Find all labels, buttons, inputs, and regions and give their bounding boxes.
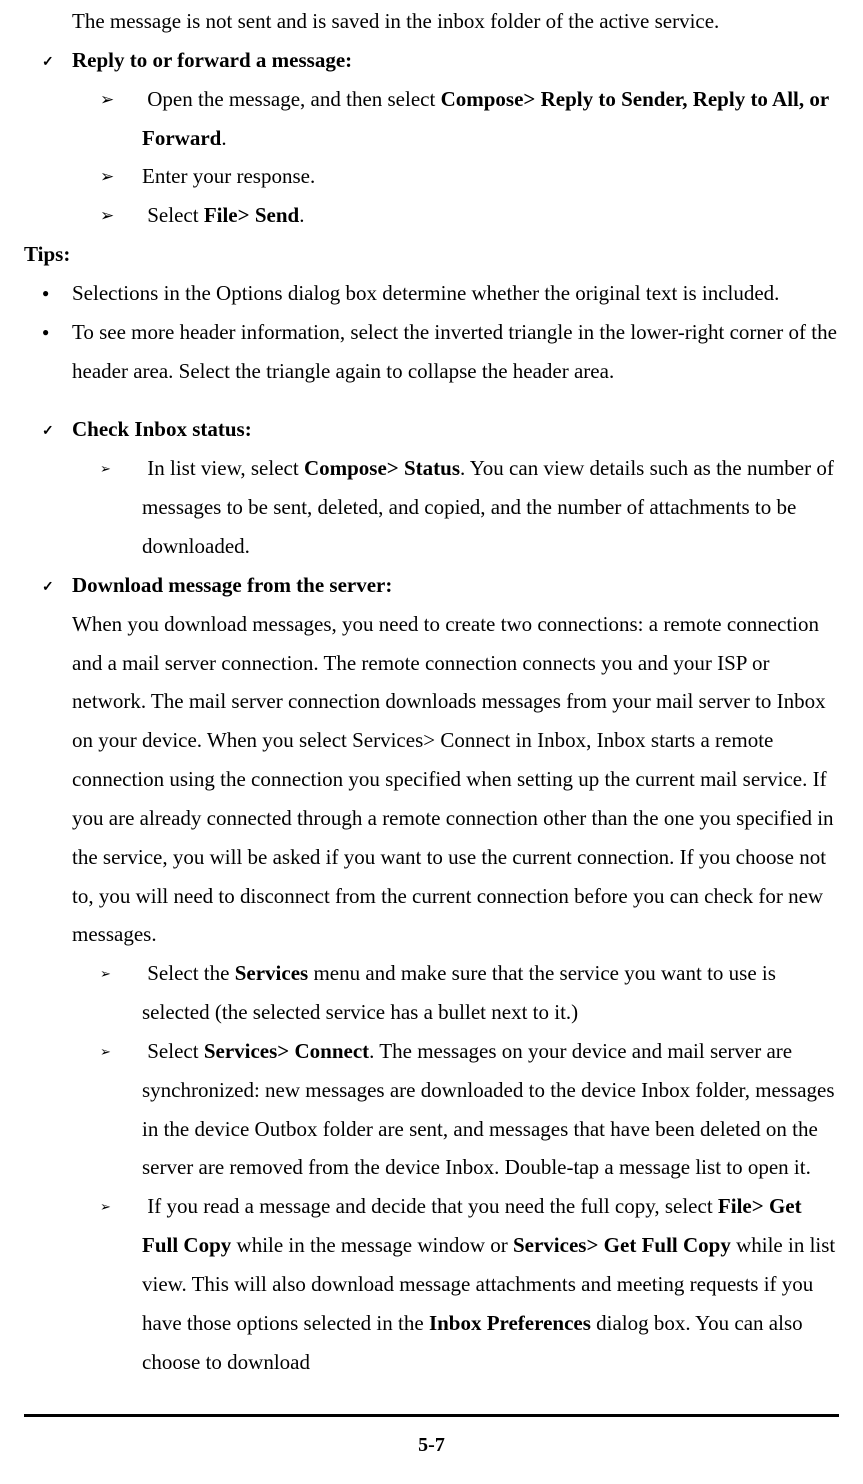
tip-2: To see more header information, select t… <box>24 313 839 391</box>
bold-text: Services> Connect <box>204 1039 369 1063</box>
text: while in the message window or <box>231 1233 513 1257</box>
bold-text: Services> Get Full Copy <box>513 1233 731 1257</box>
text: In list view, select <box>147 456 304 480</box>
check-inbox-heading: Check Inbox status: <box>24 410 839 449</box>
text: Select the <box>147 961 234 985</box>
text: Open the message, and then select <box>147 87 440 111</box>
page-number: 5-7 <box>418 1434 445 1456</box>
tip-1: Selections in the Options dialog box det… <box>24 274 839 313</box>
bold-text: Services <box>235 961 308 985</box>
reply-step-1: Open the message, and then select Compos… <box>24 80 839 158</box>
tips-label: Tips: <box>24 235 839 274</box>
page-footer: 5-7 <box>24 1414 839 1464</box>
intro-text: The message is not sent and is saved in … <box>24 2 839 41</box>
download-step-2: Select Services> Connect. The messages o… <box>24 1032 839 1187</box>
bold-text: Inbox Preferences <box>429 1311 591 1335</box>
bold-text: File> Send <box>204 203 299 227</box>
spacer <box>24 390 839 410</box>
download-paragraph: When you download messages, you need to … <box>24 605 839 955</box>
text: . <box>299 203 304 227</box>
check-inbox-step: In list view, select Compose> Status. Yo… <box>24 449 839 566</box>
reply-step-2: Enter your response. <box>24 157 839 196</box>
reply-step-3: Select File> Send. <box>24 196 839 235</box>
text: If you read a message and decide that yo… <box>147 1194 718 1218</box>
download-step-3: If you read a message and decide that yo… <box>24 1187 839 1381</box>
bold-text: Compose> Status <box>304 456 460 480</box>
download-heading: Download message from the server: <box>24 566 839 605</box>
page-content: The message is not sent and is saved in … <box>24 0 839 1382</box>
download-step-1: Select the Services menu and make sure t… <box>24 954 839 1032</box>
text: Select <box>147 1039 204 1063</box>
text: . <box>221 126 226 150</box>
text: Select <box>147 203 204 227</box>
reply-heading: Reply to or forward a message: <box>24 41 839 80</box>
